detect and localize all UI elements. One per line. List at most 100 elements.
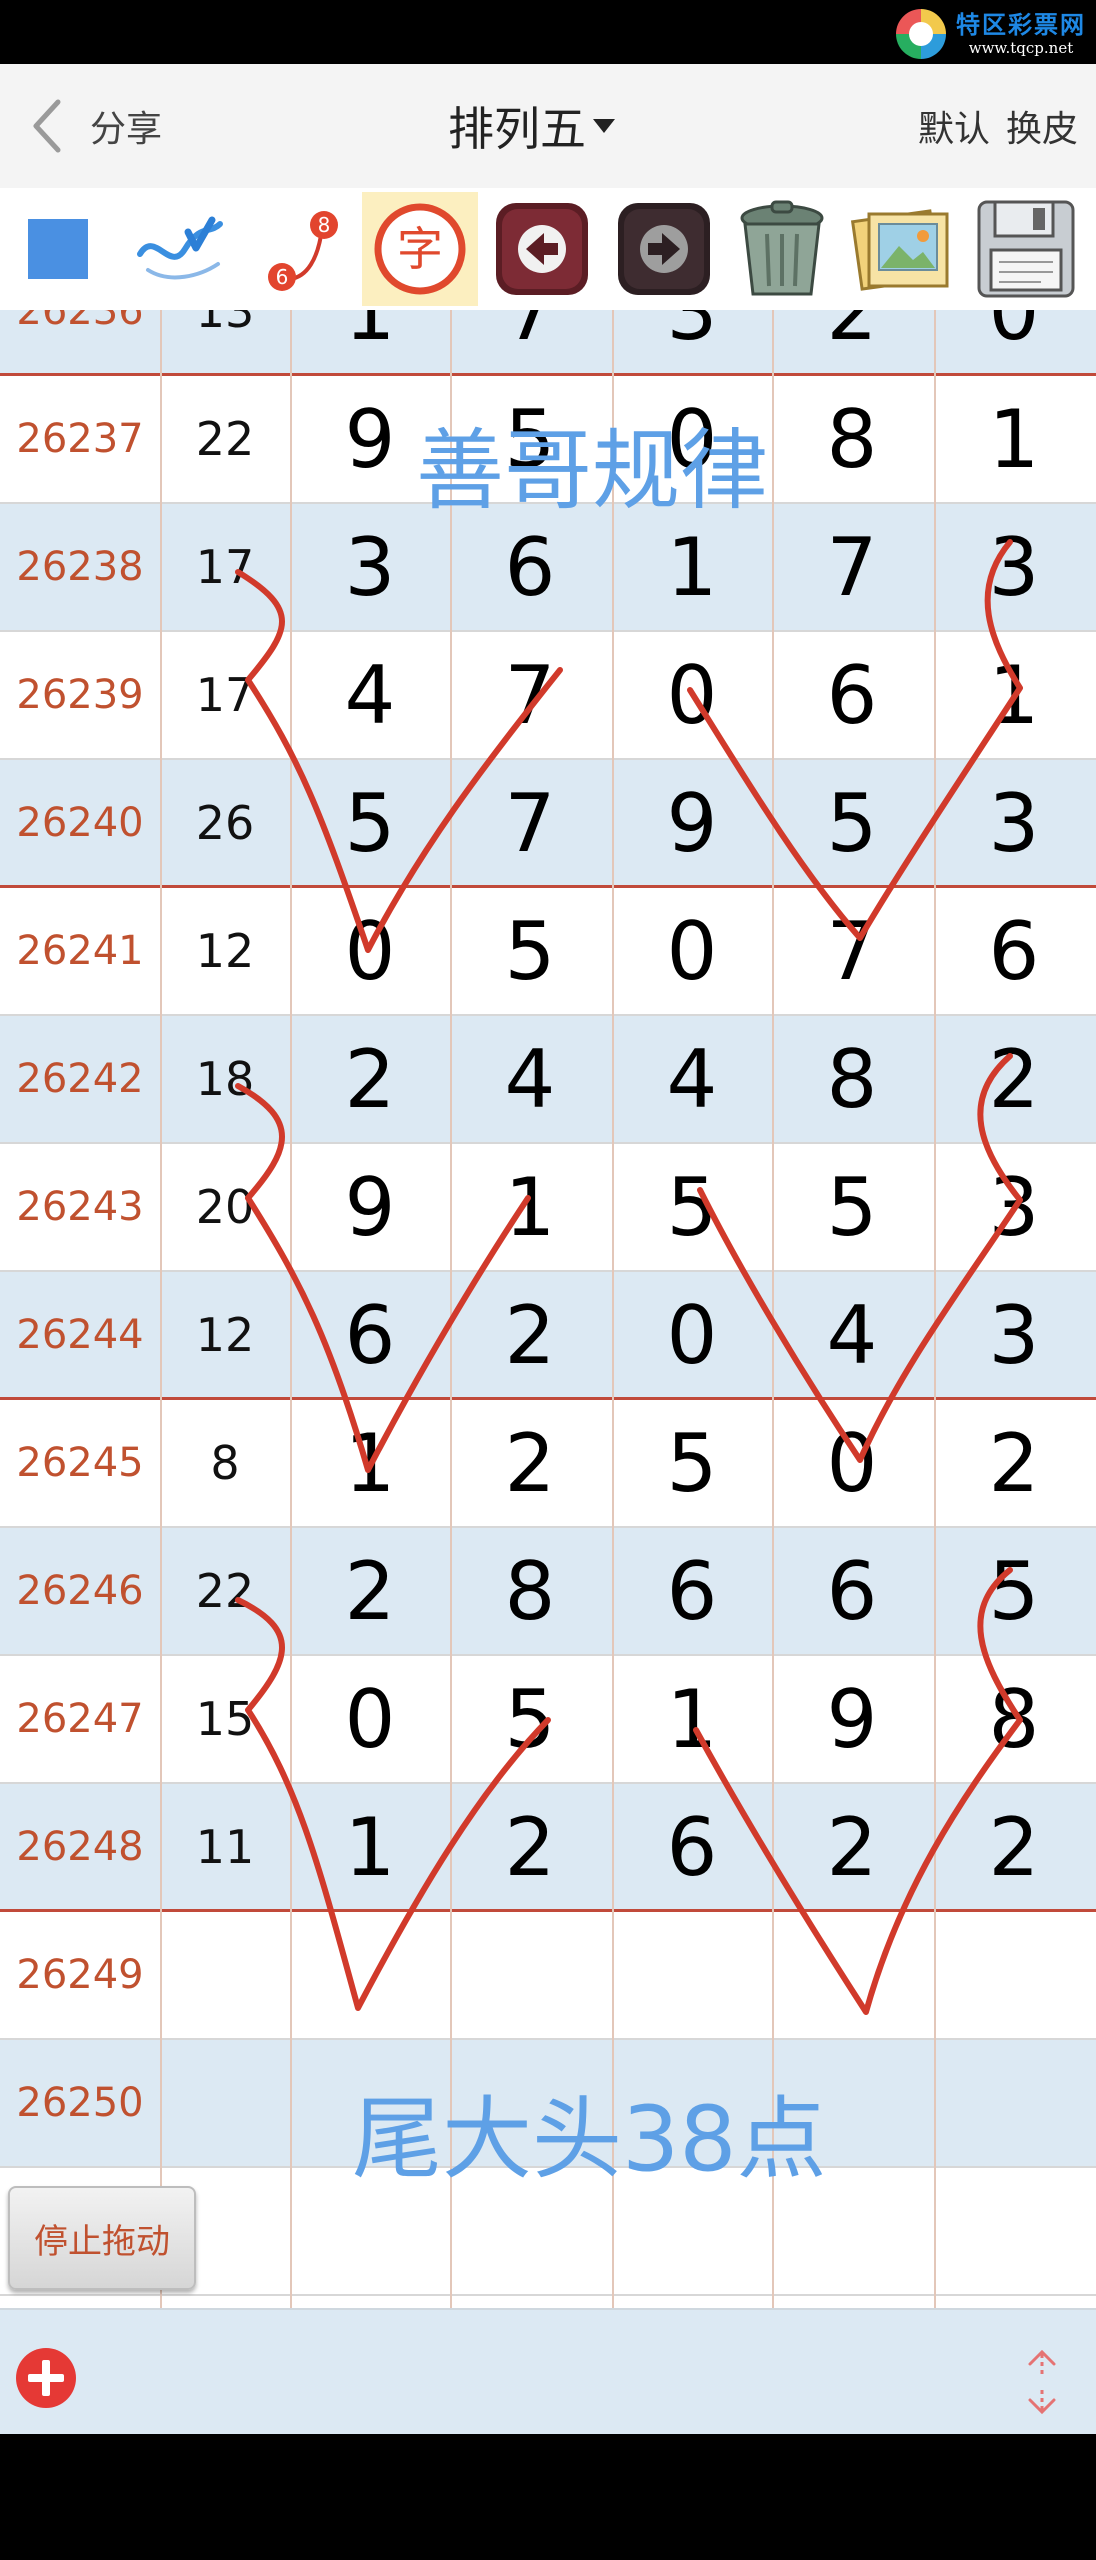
default-button[interactable]: 默认: [918, 100, 990, 152]
table-row[interactable]: 26242 18 2 4 4 8 2: [0, 1016, 1096, 1144]
back-share-button[interactable]: 分享: [28, 64, 162, 188]
digit-cell-5: 0: [988, 310, 1040, 358]
digit-cell-5: 6: [988, 904, 1040, 998]
sum-cell: 18: [195, 1052, 255, 1106]
digit-cell-3: 6: [666, 1800, 718, 1894]
annotation-title: 善哥规律: [416, 419, 769, 522]
digit-cell-2: 8: [504, 1544, 556, 1638]
table-row[interactable]: 26240 26 5 7 9 5 3: [0, 760, 1096, 888]
digit-cell-4: 6: [826, 648, 878, 742]
annotation-tip: 尾大头38点: [352, 2087, 827, 2192]
stop-drag-button[interactable]: 停止拖动: [8, 2186, 196, 2290]
sum-cell: 12: [195, 924, 255, 978]
digit-cell-3: 5: [666, 1416, 718, 1510]
picture-gallery-icon[interactable]: [847, 194, 957, 304]
table-row[interactable]: 26236 13 1 7 3 2 0: [0, 310, 1096, 376]
tool-save[interactable]: [968, 192, 1084, 306]
column-divider: [934, 310, 936, 2308]
issue-number-cell: 26247: [16, 1696, 144, 1742]
digit-cell-1: 1: [344, 1800, 396, 1894]
digit-cell-1: 1: [344, 310, 396, 358]
table-row[interactable]: 26241 12 0 5 0 7 6: [0, 888, 1096, 1016]
curve-tool-icon[interactable]: 6 8: [252, 199, 352, 299]
add-circle-icon[interactable]: [14, 2346, 78, 2410]
trash-can-icon[interactable]: [727, 194, 837, 304]
digit-cell-2: 7: [504, 776, 556, 870]
digit-cell-5: [934, 2168, 1094, 2294]
digit-cell-4: 6: [826, 1544, 878, 1638]
digit-cell-5: [934, 2040, 1094, 2166]
sum-cell: 11: [195, 1820, 255, 1874]
curve-badge-8: 8: [318, 213, 331, 237]
digit-cell-4: 5: [826, 776, 878, 870]
column-divider: [612, 310, 614, 2308]
issue-number-cell: 26241: [16, 928, 144, 974]
table-row[interactable]: 26247 15 0 5 1 9 8: [0, 1656, 1096, 1784]
table-row[interactable]: 26245 8 1 2 5 0 2: [0, 1400, 1096, 1528]
digit-cell-2: 1: [504, 1160, 556, 1254]
system-nav-area: [0, 2434, 1096, 2560]
issue-number-cell: 26242: [16, 1056, 144, 1102]
issue-number-cell: 26245: [16, 1440, 144, 1486]
digit-cell-4: 8: [826, 392, 878, 486]
digit-cell-1: 2: [344, 1544, 396, 1638]
title-dropdown[interactable]: 排列五: [448, 64, 616, 188]
nav-right-actions: 默认 换皮: [902, 64, 1078, 188]
digit-cell-3: 4: [666, 1032, 718, 1126]
digit-cell-3: 0: [666, 648, 718, 742]
column-divider: [290, 310, 292, 2308]
tool-undo[interactable]: [484, 192, 600, 306]
change-skin-button[interactable]: 换皮: [1006, 100, 1078, 152]
sum-cell: 22: [195, 1564, 255, 1618]
issue-number-cell: 26246: [16, 1568, 144, 1614]
table-row[interactable]: 26244 12 6 2 0 4 3: [0, 1272, 1096, 1400]
digit-cell-5: 3: [988, 1288, 1040, 1382]
save-disk-icon[interactable]: [971, 194, 1081, 304]
tool-gallery[interactable]: [844, 192, 960, 306]
tool-text[interactable]: 字: [362, 192, 478, 306]
share-label[interactable]: 分享: [90, 100, 162, 152]
digit-cell-5: 5: [988, 1544, 1040, 1638]
sum-cell: 15: [195, 1692, 255, 1746]
tool-redo[interactable]: [606, 192, 722, 306]
tool-color[interactable]: [0, 192, 116, 306]
status-bar: 特区彩票网 www.tqcp.net: [0, 0, 1096, 64]
lottery-trend-table[interactable]: 26236 13 1 7 3 2 0 26237 22 9 5 0 8 1 26238 17 3 6 1 7 3 2623…: [0, 310, 1096, 2308]
digit-cell-4: 2: [826, 310, 878, 358]
expand-vertical-icon[interactable]: [1018, 2346, 1066, 2418]
table-row[interactable]: 26248 11 1 2 6 2 2: [0, 1784, 1096, 1912]
digit-cell-4: 4: [826, 1288, 878, 1382]
issue-number-cell: 26236: [16, 310, 144, 334]
issue-number-cell: 26239: [16, 672, 144, 718]
table-row[interactable]: 26243 20 9 1 5 5 3: [0, 1144, 1096, 1272]
digit-cell-1: 9: [344, 1160, 396, 1254]
issue-number-cell: 26240: [16, 800, 144, 846]
tool-brush[interactable]: [122, 192, 238, 306]
table-row[interactable]: 26239 17 4 7 0 6 1: [0, 632, 1096, 760]
table-row[interactable]: 26246 22 2 8 6 6 5: [0, 1528, 1096, 1656]
undo-arrow-icon[interactable]: [490, 197, 594, 301]
table-row[interactable]: 26249: [0, 1912, 1096, 2040]
digit-cell-4: 9: [826, 1672, 878, 1766]
issue-number-cell: 26237: [16, 416, 144, 462]
brush-tool-icon[interactable]: [130, 204, 230, 294]
digit-cell-2: [450, 1912, 610, 2038]
sum-cell: 22: [195, 412, 255, 466]
column-divider: [450, 310, 452, 2308]
digit-cell-2: 2: [504, 1416, 556, 1510]
tool-curve[interactable]: 6 8: [244, 192, 360, 306]
digit-cell-3: [612, 1912, 772, 2038]
text-tool-icon[interactable]: 字: [370, 199, 470, 299]
digit-cell-1: 4: [344, 648, 396, 742]
digit-cell-1: 6: [344, 1288, 396, 1382]
digit-cell-2: 7: [504, 648, 556, 742]
color-square-icon[interactable]: [26, 217, 90, 281]
digit-cell-3: 0: [666, 904, 718, 998]
digit-cell-2: 4: [504, 1032, 556, 1126]
issue-number-cell: 26244: [16, 1312, 144, 1358]
tool-trash[interactable]: [724, 192, 840, 306]
redo-arrow-icon[interactable]: [612, 197, 716, 301]
page-title[interactable]: 排列五: [448, 93, 586, 159]
chevron-left-icon[interactable]: [28, 96, 68, 156]
caret-down-icon[interactable]: [592, 116, 616, 136]
